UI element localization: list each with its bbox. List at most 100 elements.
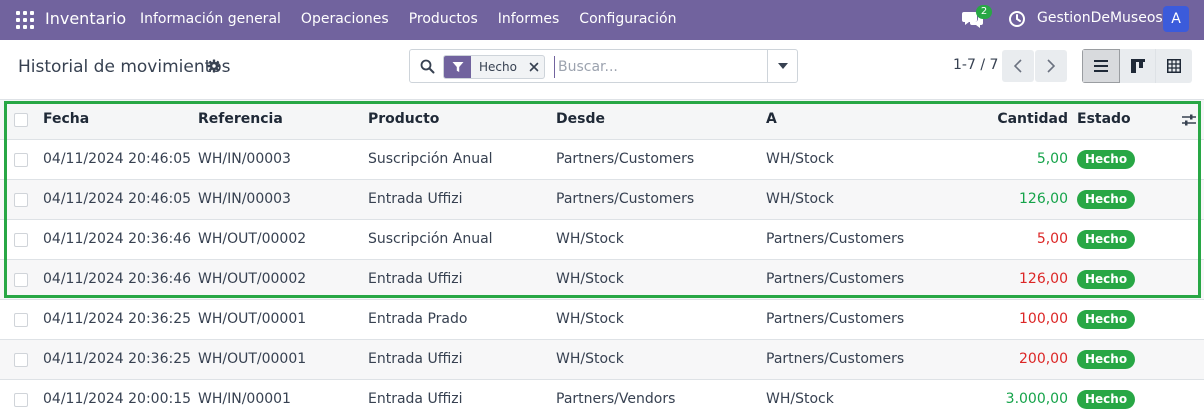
cell-desde: Partners/Vendors	[556, 391, 676, 407]
optional-columns-icon[interactable]	[1182, 112, 1196, 128]
cell-a: Partners/Customers	[766, 271, 905, 287]
pager-value[interactable]: 1-7 / 7	[953, 57, 998, 73]
search-bar: Hecho	[409, 49, 798, 83]
view-switcher	[1082, 49, 1192, 83]
page-title: Historial de movimientos	[18, 57, 231, 77]
user-avatar[interactable]: A	[1163, 6, 1189, 32]
menu-item-informacion-general[interactable]: Información general	[140, 11, 281, 27]
cell-desde: WH/Stock	[556, 351, 624, 367]
status-badge: Hecho	[1077, 270, 1136, 289]
status-badge: Hecho	[1077, 150, 1136, 169]
status-badge: Hecho	[1077, 230, 1136, 249]
kanban-view-button[interactable]	[1119, 49, 1157, 83]
search-facet: Hecho	[443, 55, 545, 79]
cell-cantidad: 200,00	[1019, 351, 1068, 367]
cell-desde: WH/Stock	[556, 271, 624, 287]
row-checkbox[interactable]	[14, 353, 28, 367]
cell-a: Partners/Customers	[766, 311, 905, 327]
status-badge: Hecho	[1077, 390, 1136, 409]
chevron-left-icon	[1014, 59, 1022, 73]
status-badge: Hecho	[1077, 190, 1136, 209]
menu-item-productos[interactable]: Productos	[409, 11, 478, 27]
cell-desde: Partners/Customers	[556, 191, 695, 207]
row-checkbox[interactable]	[14, 153, 28, 167]
filter-icon	[444, 56, 471, 78]
search-input[interactable]	[554, 56, 764, 78]
table-row[interactable]: 04/11/2024 20:36:25 WH/OUT/00001 Entrada P…	[0, 300, 1204, 340]
list-view-button[interactable]	[1082, 49, 1120, 83]
cell-fecha: 04/11/2024 20:36:25	[43, 311, 192, 327]
table-row[interactable]: 04/11/2024 20:36:46 WH/OUT/00002 Entrada U…	[0, 260, 1204, 300]
kanban-icon	[1130, 59, 1145, 73]
company-switcher[interactable]: GestionDeMuseos	[1037, 10, 1163, 26]
top-navbar: Inventario Información general Operacion…	[0, 0, 1204, 40]
row-checkbox[interactable]	[14, 193, 28, 207]
column-header-producto[interactable]: Producto	[368, 100, 439, 139]
column-header-fecha[interactable]: Fecha	[43, 100, 89, 139]
cell-cantidad: 100,00	[1019, 311, 1068, 327]
table-row[interactable]: 04/11/2024 20:46:05 WH/IN/00003 Entrada Uf…	[0, 180, 1204, 220]
cell-referencia: WH/OUT/00001	[198, 351, 307, 367]
column-header-estado[interactable]: Estado	[1077, 100, 1131, 139]
chat-badge: 2	[976, 5, 992, 19]
cell-referencia: WH/OUT/00001	[198, 311, 307, 327]
table-row[interactable]: 04/11/2024 20:00:15 WH/IN/00001 Entrada Uf…	[0, 380, 1204, 418]
cell-desde: WH/Stock	[556, 311, 624, 327]
cell-producto: Suscripción Anual	[368, 151, 493, 167]
table-row[interactable]: 04/11/2024 20:46:05 WH/IN/00003 Suscripció…	[0, 140, 1204, 180]
cell-producto: Entrada Prado	[368, 311, 468, 327]
menu-item-configuracion[interactable]: Configuración	[579, 11, 676, 27]
cell-producto: Entrada Uffizi	[368, 271, 463, 287]
clock-icon[interactable]	[1008, 10, 1026, 28]
cell-cantidad: 5,00	[1036, 231, 1068, 247]
search-icon[interactable]	[420, 59, 435, 74]
select-all-checkbox[interactable]	[14, 113, 28, 127]
cell-fecha: 04/11/2024 20:46:05	[43, 191, 192, 207]
row-checkbox[interactable]	[14, 273, 28, 287]
pager-next-button[interactable]	[1035, 50, 1067, 82]
status-badge: Hecho	[1077, 310, 1136, 329]
list-icon	[1093, 60, 1108, 72]
cell-desde: Partners/Customers	[556, 151, 695, 167]
cell-fecha: 04/11/2024 20:36:25	[43, 351, 192, 367]
column-header-a[interactable]: A	[766, 100, 777, 139]
cell-cantidad: 3.000,00	[1005, 391, 1068, 407]
cell-a: Partners/Customers	[766, 351, 905, 367]
column-header-desde[interactable]: Desde	[556, 100, 605, 139]
pager-previous-button[interactable]	[1002, 50, 1034, 82]
column-header-cantidad[interactable]: Cantidad	[948, 100, 1068, 139]
cell-producto: Entrada Uffizi	[368, 391, 463, 407]
cell-a: WH/Stock	[766, 191, 834, 207]
cell-referencia: WH/OUT/00002	[198, 231, 307, 247]
facet-label: Hecho	[479, 60, 517, 74]
cell-cantidad: 126,00	[1019, 271, 1068, 287]
cell-referencia: WH/IN/00003	[198, 191, 291, 207]
close-icon[interactable]	[524, 56, 544, 78]
cell-desde: WH/Stock	[556, 231, 624, 247]
status-badge: Hecho	[1077, 350, 1136, 369]
gear-icon[interactable]	[207, 59, 221, 73]
app-name[interactable]: Inventario	[45, 9, 126, 28]
row-checkbox[interactable]	[14, 233, 28, 247]
cell-cantidad: 126,00	[1019, 191, 1068, 207]
search-options-toggle[interactable]	[767, 50, 797, 82]
menu-item-operaciones[interactable]: Operaciones	[301, 11, 389, 27]
table-row[interactable]: 04/11/2024 20:36:25 WH/OUT/00001 Entrada U…	[0, 340, 1204, 380]
cell-producto: Entrada Uffizi	[368, 191, 463, 207]
main-menu: Información general Operaciones Producto…	[140, 11, 676, 27]
pivot-view-button[interactable]	[1156, 49, 1192, 83]
column-header-referencia[interactable]: Referencia	[198, 100, 283, 139]
menu-item-informes[interactable]: Informes	[498, 11, 560, 27]
chevron-right-icon	[1047, 59, 1055, 73]
cell-fecha: 04/11/2024 20:36:46	[43, 231, 192, 247]
table-icon	[1167, 59, 1182, 73]
cell-producto: Suscripción Anual	[368, 231, 493, 247]
cell-producto: Entrada Uffizi	[368, 351, 463, 367]
caret-down-icon	[777, 63, 788, 69]
apps-grid-icon[interactable]	[16, 11, 34, 29]
table-row[interactable]: 04/11/2024 20:36:46 WH/OUT/00002 Suscripci…	[0, 220, 1204, 260]
row-checkbox[interactable]	[14, 313, 28, 327]
cell-referencia: WH/IN/00001	[198, 391, 291, 407]
table-header-row: Fecha Referencia Producto Desde A Cantid…	[0, 100, 1204, 140]
row-checkbox[interactable]	[14, 393, 28, 407]
